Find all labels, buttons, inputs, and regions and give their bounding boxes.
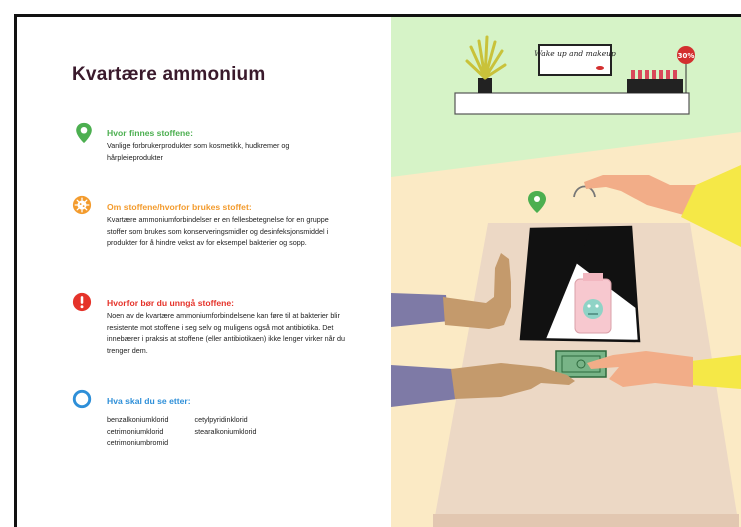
bacteria-icon <box>72 195 92 215</box>
shop-sign-text: Wake up and makeup <box>534 49 616 58</box>
substance-column-1: benzalkoniumklorid cetrimoniumklorid cet… <box>107 414 169 449</box>
section-heading: Hva skal du se etter: <box>107 396 191 406</box>
page-title: Kvartære ammonium <box>72 64 266 85</box>
substance-item: cetrimoniumbromid <box>107 438 169 448</box>
right-lower-sleeve <box>691 355 741 389</box>
substance-item: benzalkoniumklorid <box>107 415 169 424</box>
section-about: Om stoffene/hvorfor brukes stoffet: Kvar… <box>107 202 347 249</box>
section-body: Noen av de kvartære ammoniumforbindelsen… <box>107 311 345 355</box>
section-what-to-look-for: Hva skal du se etter: <box>107 396 347 408</box>
section-body: Kvartære ammoniumforbindelser er en fell… <box>107 215 329 248</box>
section-where-found: Hvor finnes stoffene: Vanlige forbrukerp… <box>107 128 347 163</box>
discount-badge-text: 30% <box>678 52 695 60</box>
section-heading: Hvor finnes stoffene: <box>107 128 193 138</box>
substance-item: cetylpyridinklorid <box>194 415 248 424</box>
section-heading: Hvorfor bør du unngå stoffene: <box>107 298 234 308</box>
circle-icon <box>72 389 92 409</box>
section-body: Vanlige forbrukerprodukter som kosmetikk… <box>107 141 290 162</box>
bacteria-icon <box>583 299 603 319</box>
left-sleeve <box>391 293 449 327</box>
section-why-avoid: Hvorfor bør du unngå stoffene: Noen av d… <box>107 298 347 356</box>
warning-icon <box>72 292 92 312</box>
counter-edge <box>433 514 739 527</box>
shop-illustration: Wake up and makeup 30% <box>391 17 741 527</box>
wall-shelf <box>454 92 690 115</box>
location-pin-icon <box>76 122 92 144</box>
section-heading: Om stoffene/hvorfor brukes stoffet: <box>107 202 252 212</box>
bottle-cap <box>583 273 603 281</box>
text-panel <box>17 17 391 527</box>
substance-column-2: cetylpyridinklorid stearalkoniumklorid <box>195 414 257 449</box>
substance-item: cetrimoniumklorid <box>107 426 164 436</box>
substance-item: stearalkoniumklorid <box>194 426 257 436</box>
lips-icon <box>596 66 604 70</box>
substance-list: benzalkoniumklorid cetrimoniumklorid cet… <box>107 414 256 449</box>
